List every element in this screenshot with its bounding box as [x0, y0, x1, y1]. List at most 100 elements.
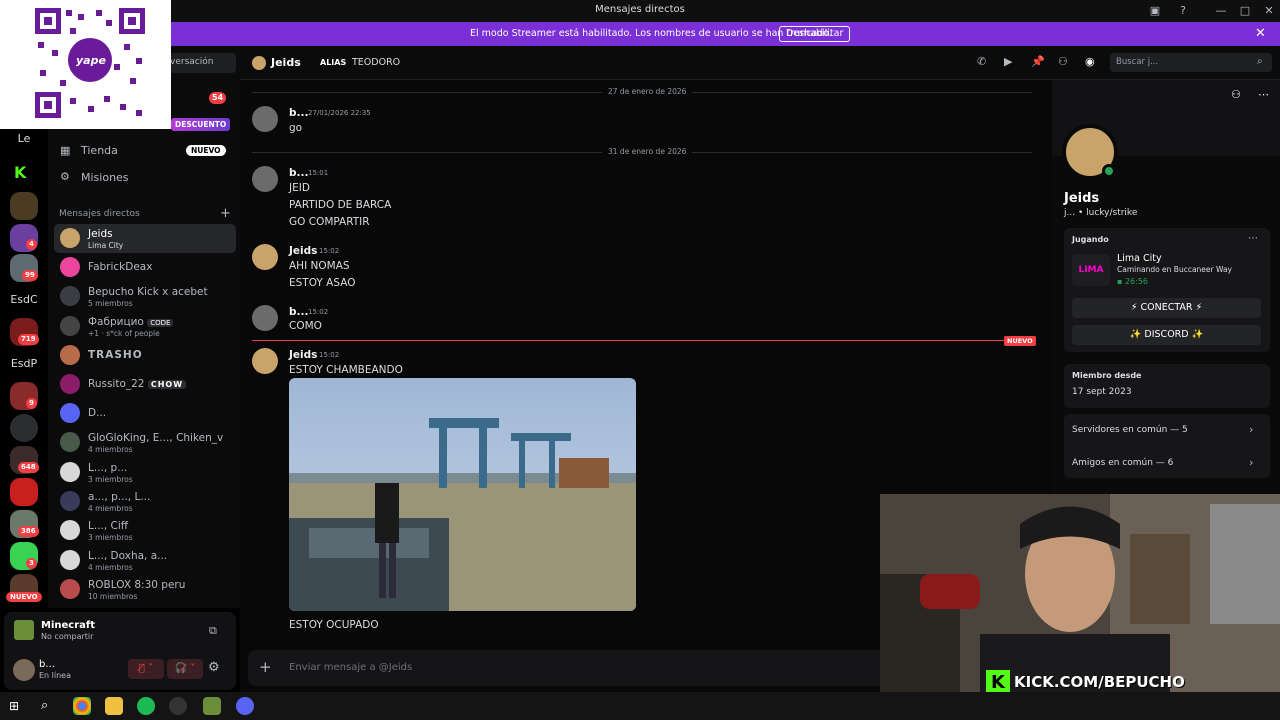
- message-text: GO COMPARTIR: [289, 216, 370, 228]
- attach-plus-icon[interactable]: +: [259, 658, 272, 676]
- mention-badge: 4: [26, 239, 37, 250]
- avatar: [60, 228, 80, 248]
- dm-name: GloGloKing, E..., Chiken_v: [88, 432, 224, 444]
- obs-icon[interactable]: [169, 697, 187, 715]
- chevron-right-icon[interactable]: ›: [1249, 423, 1253, 436]
- close-icon[interactable]: ✕: [1255, 26, 1266, 41]
- chevron-right-icon[interactable]: ›: [1249, 456, 1253, 469]
- message-author[interactable]: b...: [289, 306, 308, 318]
- discord-icon[interactable]: [236, 697, 254, 715]
- mute-button[interactable]: 🎙̸ ˅: [128, 659, 164, 679]
- dm-item[interactable]: D...: [54, 399, 236, 428]
- message-author[interactable]: Jeids: [289, 245, 317, 257]
- avatar[interactable]: [13, 659, 35, 681]
- dm-item[interactable]: Russito_22 CHOW: [54, 370, 236, 399]
- video-call-icon[interactable]: ▶: [1004, 55, 1012, 68]
- dm-sub: +1 · s*ck of people: [88, 329, 160, 338]
- settings-gear-icon[interactable]: ⚙: [208, 660, 220, 675]
- message-avatar[interactable]: [252, 244, 278, 270]
- windows-start-icon[interactable]: ⊞: [9, 699, 19, 713]
- dm-item-jeids[interactable]: Jeids Lima City: [54, 224, 236, 253]
- message-avatar[interactable]: [252, 348, 278, 374]
- close-window-button[interactable]: ✕: [1260, 2, 1278, 20]
- shop-icon: ▦: [60, 144, 71, 157]
- dm-name: a..., p..., L...: [88, 491, 151, 503]
- taskbar: [0, 692, 1280, 720]
- dm-item[interactable]: L..., Doxha, a... 4 miembros: [54, 546, 236, 575]
- user-status: En línea: [39, 671, 72, 680]
- add-friend-icon[interactable]: ⚇: [1231, 88, 1241, 101]
- kick-server-icon[interactable]: K: [14, 163, 26, 182]
- mention-badge: 386: [18, 526, 39, 537]
- server-le[interactable]: Le: [6, 132, 42, 145]
- title-bar: Mensajes directos ▣ ? — □ ✕: [0, 0, 1280, 22]
- date-label: 27 de enero de 2026: [602, 87, 693, 96]
- activity-status: No compartir: [41, 632, 94, 641]
- pin-icon[interactable]: 📌: [1031, 55, 1045, 68]
- dm-name: FabrickDeax: [88, 261, 153, 273]
- chat-recipient-name: Jeids: [271, 56, 301, 69]
- disable-streamer-button[interactable]: Deshabilitar: [779, 26, 851, 42]
- voice-call-icon[interactable]: ✆: [977, 55, 986, 68]
- dm-item[interactable]: a..., p..., L... 4 miembros: [54, 487, 236, 516]
- message-avatar[interactable]: [252, 166, 278, 192]
- user-profile-icon[interactable]: ◉: [1085, 55, 1095, 68]
- image-attachment[interactable]: [289, 378, 636, 611]
- new-dm-icon[interactable]: +: [220, 206, 231, 221]
- inbox-icon[interactable]: ▣: [1146, 2, 1164, 20]
- dm-name: D...: [88, 407, 107, 419]
- minimize-button[interactable]: —: [1212, 2, 1230, 20]
- dm-item[interactable]: GloGloKing, E..., Chiken_v 4 miembros: [54, 428, 236, 457]
- dm-item[interactable]: FabrickDeax: [54, 253, 236, 282]
- mutual-servers-link[interactable]: Servidores en común — 5: [1072, 425, 1188, 435]
- chrome-icon[interactable]: [73, 697, 91, 715]
- minecraft-launcher-icon[interactable]: [203, 697, 221, 715]
- connect-button[interactable]: ⚡ CONECTAR ⚡: [1072, 298, 1261, 318]
- profile-handle: j... • lucky/strike: [1064, 208, 1138, 218]
- stream-icon[interactable]: ⧉: [209, 624, 217, 638]
- shop-link[interactable]: Tienda: [81, 144, 118, 157]
- dm-sub: 3 miembros: [88, 533, 133, 542]
- add-friends-icon[interactable]: ⚇: [1058, 55, 1068, 68]
- search-icon: ⌕: [1257, 56, 1263, 67]
- mutual-friends-link[interactable]: Amigos en común — 6: [1072, 458, 1173, 468]
- help-icon[interactable]: ?: [1174, 2, 1192, 20]
- server-icon[interactable]: [10, 192, 38, 220]
- server-icon[interactable]: [10, 414, 38, 442]
- quests-link[interactable]: Misiones: [81, 171, 129, 184]
- new-messages-divider: [252, 340, 1004, 341]
- spotify-icon[interactable]: [137, 697, 155, 715]
- mention-badge: 648: [18, 462, 39, 473]
- file-explorer-icon[interactable]: [105, 697, 123, 715]
- dm-item[interactable]: Фабрицио CODE +1 · s*ck of people: [54, 312, 236, 341]
- message-avatar[interactable]: [252, 106, 278, 132]
- mention-badge: 99: [22, 270, 38, 281]
- message-author[interactable]: b...: [289, 107, 308, 119]
- message-input[interactable]: Enviar mensaje a @Jeids: [289, 662, 412, 673]
- avatar: [60, 432, 80, 452]
- dm-item[interactable]: L..., Ciff 3 miembros: [54, 516, 236, 545]
- more-icon[interactable]: ⋯: [1258, 88, 1269, 101]
- message-avatar[interactable]: [252, 305, 278, 331]
- window-title: Mensajes directos: [595, 4, 685, 15]
- message-author[interactable]: b...: [289, 167, 308, 179]
- deafen-button[interactable]: 🎧̸ ˅: [167, 659, 203, 679]
- more-icon[interactable]: ⋯: [1248, 233, 1258, 244]
- message-author[interactable]: Jeids: [289, 349, 317, 361]
- alias-label: ALIAS: [320, 58, 347, 67]
- discord-button[interactable]: ✨ DISCORD ✨: [1072, 325, 1261, 345]
- search-icon[interactable]: ⌕: [41, 698, 48, 713]
- dm-item[interactable]: Bepucho Kick x acebet 5 miembros: [54, 282, 236, 311]
- dm-name: L..., Doxha, a...: [88, 550, 168, 562]
- dm-item[interactable]: ROBLOX 8:30 peru 10 miembros: [54, 575, 236, 604]
- dm-item[interactable]: TRASHO: [54, 341, 236, 370]
- dm-sub: Lima City: [88, 241, 124, 250]
- server-icon[interactable]: [10, 478, 38, 506]
- dm-item[interactable]: L..., p... 3 miembros: [54, 458, 236, 487]
- search-input[interactable]: Buscar j...: [1110, 53, 1272, 72]
- server-esdc[interactable]: EsdC: [6, 293, 42, 306]
- maximize-button[interactable]: □: [1236, 2, 1254, 20]
- server-esdp[interactable]: EsdP: [6, 357, 42, 370]
- game-name: Lima City: [1117, 253, 1162, 264]
- dm-name: TRASHO: [88, 349, 143, 361]
